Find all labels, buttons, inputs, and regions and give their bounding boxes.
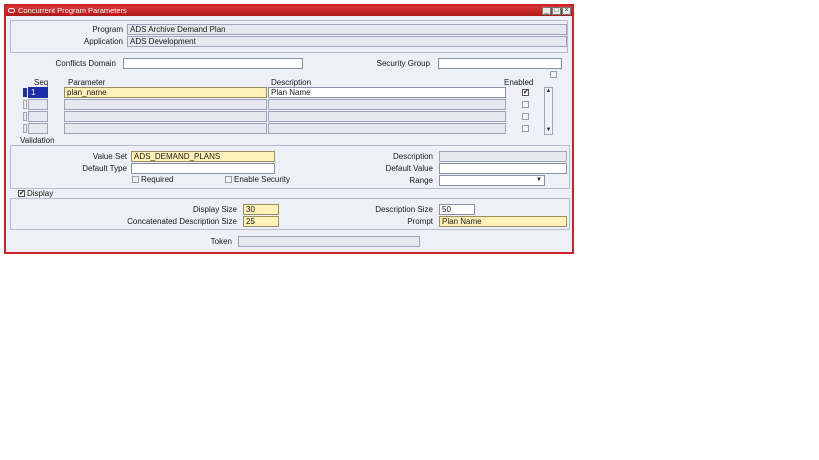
parameter-field[interactable] xyxy=(64,99,267,110)
display-checkbox[interactable]: ✔ xyxy=(18,190,25,197)
description-size-label: Description Size xyxy=(375,205,433,214)
title-bar[interactable]: Concurrent Program Parameters _ □ × xyxy=(6,6,572,16)
grid-scrollbar[interactable]: ▲ ▼ xyxy=(544,87,553,135)
enabled-header: Enabled xyxy=(504,78,534,87)
concatenated-description-size-label: Concatenated Description Size xyxy=(127,217,237,226)
description-field[interactable]: Plan Name xyxy=(268,87,506,98)
enable-security-label: Enable Security xyxy=(234,175,291,184)
oracle-logo-icon xyxy=(8,8,15,13)
default-value-field[interactable] xyxy=(439,163,567,174)
application-field[interactable]: ADS Development xyxy=(127,36,567,47)
record-indicator[interactable] xyxy=(23,88,27,97)
parameter-field[interactable]: plan_name xyxy=(64,87,267,98)
display-panel: Display Size 30 Concatenated Description… xyxy=(10,198,570,230)
record-indicator[interactable] xyxy=(23,100,27,109)
prompt-label: Prompt xyxy=(407,217,433,226)
default-value-label: Default Value xyxy=(385,164,433,173)
program-header-panel: Program ADS Archive Demand Plan Applicat… xyxy=(10,20,568,53)
enable-security-checkbox[interactable] xyxy=(225,176,232,183)
close-button[interactable]: × xyxy=(562,7,571,15)
scroll-up-icon[interactable]: ▲ xyxy=(545,88,552,95)
required-checkbox[interactable] xyxy=(132,176,139,183)
seq-field[interactable] xyxy=(28,99,48,110)
enabled-checkbox[interactable] xyxy=(522,113,529,120)
description-field[interactable] xyxy=(268,111,506,122)
window-title: Concurrent Program Parameters xyxy=(18,6,127,15)
value-set-label: Value Set xyxy=(92,152,127,161)
conflicts-domain-label: Conflicts Domain xyxy=(55,59,116,68)
enabled-checkbox[interactable]: ✔ xyxy=(522,89,529,96)
program-label: Program xyxy=(92,25,123,34)
folder-toggle-checkbox[interactable] xyxy=(550,71,557,78)
default-type-field[interactable] xyxy=(131,163,275,174)
validation-description-label: Description xyxy=(392,152,433,161)
seq-field[interactable]: 1 xyxy=(28,87,48,98)
record-indicator[interactable] xyxy=(23,112,27,121)
record-indicator[interactable] xyxy=(23,124,27,133)
concatenated-description-size-field[interactable]: 25 xyxy=(243,216,279,227)
default-type-label: Default Type xyxy=(82,164,127,173)
seq-field[interactable] xyxy=(28,111,48,122)
parameter-field[interactable] xyxy=(64,123,267,134)
range-label: Range xyxy=(409,176,433,185)
prompt-field[interactable]: Plan Name xyxy=(439,216,567,227)
application-label: Application xyxy=(83,37,123,46)
security-group-field[interactable] xyxy=(438,58,562,69)
security-group-label: Security Group xyxy=(376,59,430,68)
enabled-checkbox[interactable] xyxy=(522,101,529,108)
validation-panel: Value Set ADS_DEMAND_PLANS Default Type … xyxy=(10,145,570,189)
validation-description-field[interactable] xyxy=(439,151,567,162)
seq-field[interactable] xyxy=(28,123,48,134)
display-size-field[interactable]: 30 xyxy=(243,204,279,215)
minimize-button[interactable]: _ xyxy=(542,7,551,15)
description-size-field[interactable]: 50 xyxy=(439,204,475,215)
parameter-field[interactable] xyxy=(64,111,267,122)
program-field[interactable]: ADS Archive Demand Plan xyxy=(127,24,567,35)
description-field[interactable] xyxy=(268,123,506,134)
description-field[interactable] xyxy=(268,99,506,110)
chevron-down-icon[interactable]: ▼ xyxy=(442,176,544,185)
scroll-down-icon[interactable]: ▼ xyxy=(545,127,552,134)
enabled-checkbox[interactable] xyxy=(522,125,529,132)
token-field[interactable] xyxy=(238,236,420,247)
conflicts-domain-field[interactable] xyxy=(123,58,303,69)
parameters-window: Concurrent Program Parameters _ □ × Prog… xyxy=(4,4,574,254)
range-select[interactable]: ▼ xyxy=(439,175,545,186)
required-label: Required xyxy=(141,175,174,184)
value-set-field[interactable]: ADS_DEMAND_PLANS xyxy=(131,151,275,162)
token-label: Token xyxy=(210,237,232,246)
display-size-label: Display Size xyxy=(192,205,237,214)
maximize-button[interactable]: □ xyxy=(552,7,561,15)
